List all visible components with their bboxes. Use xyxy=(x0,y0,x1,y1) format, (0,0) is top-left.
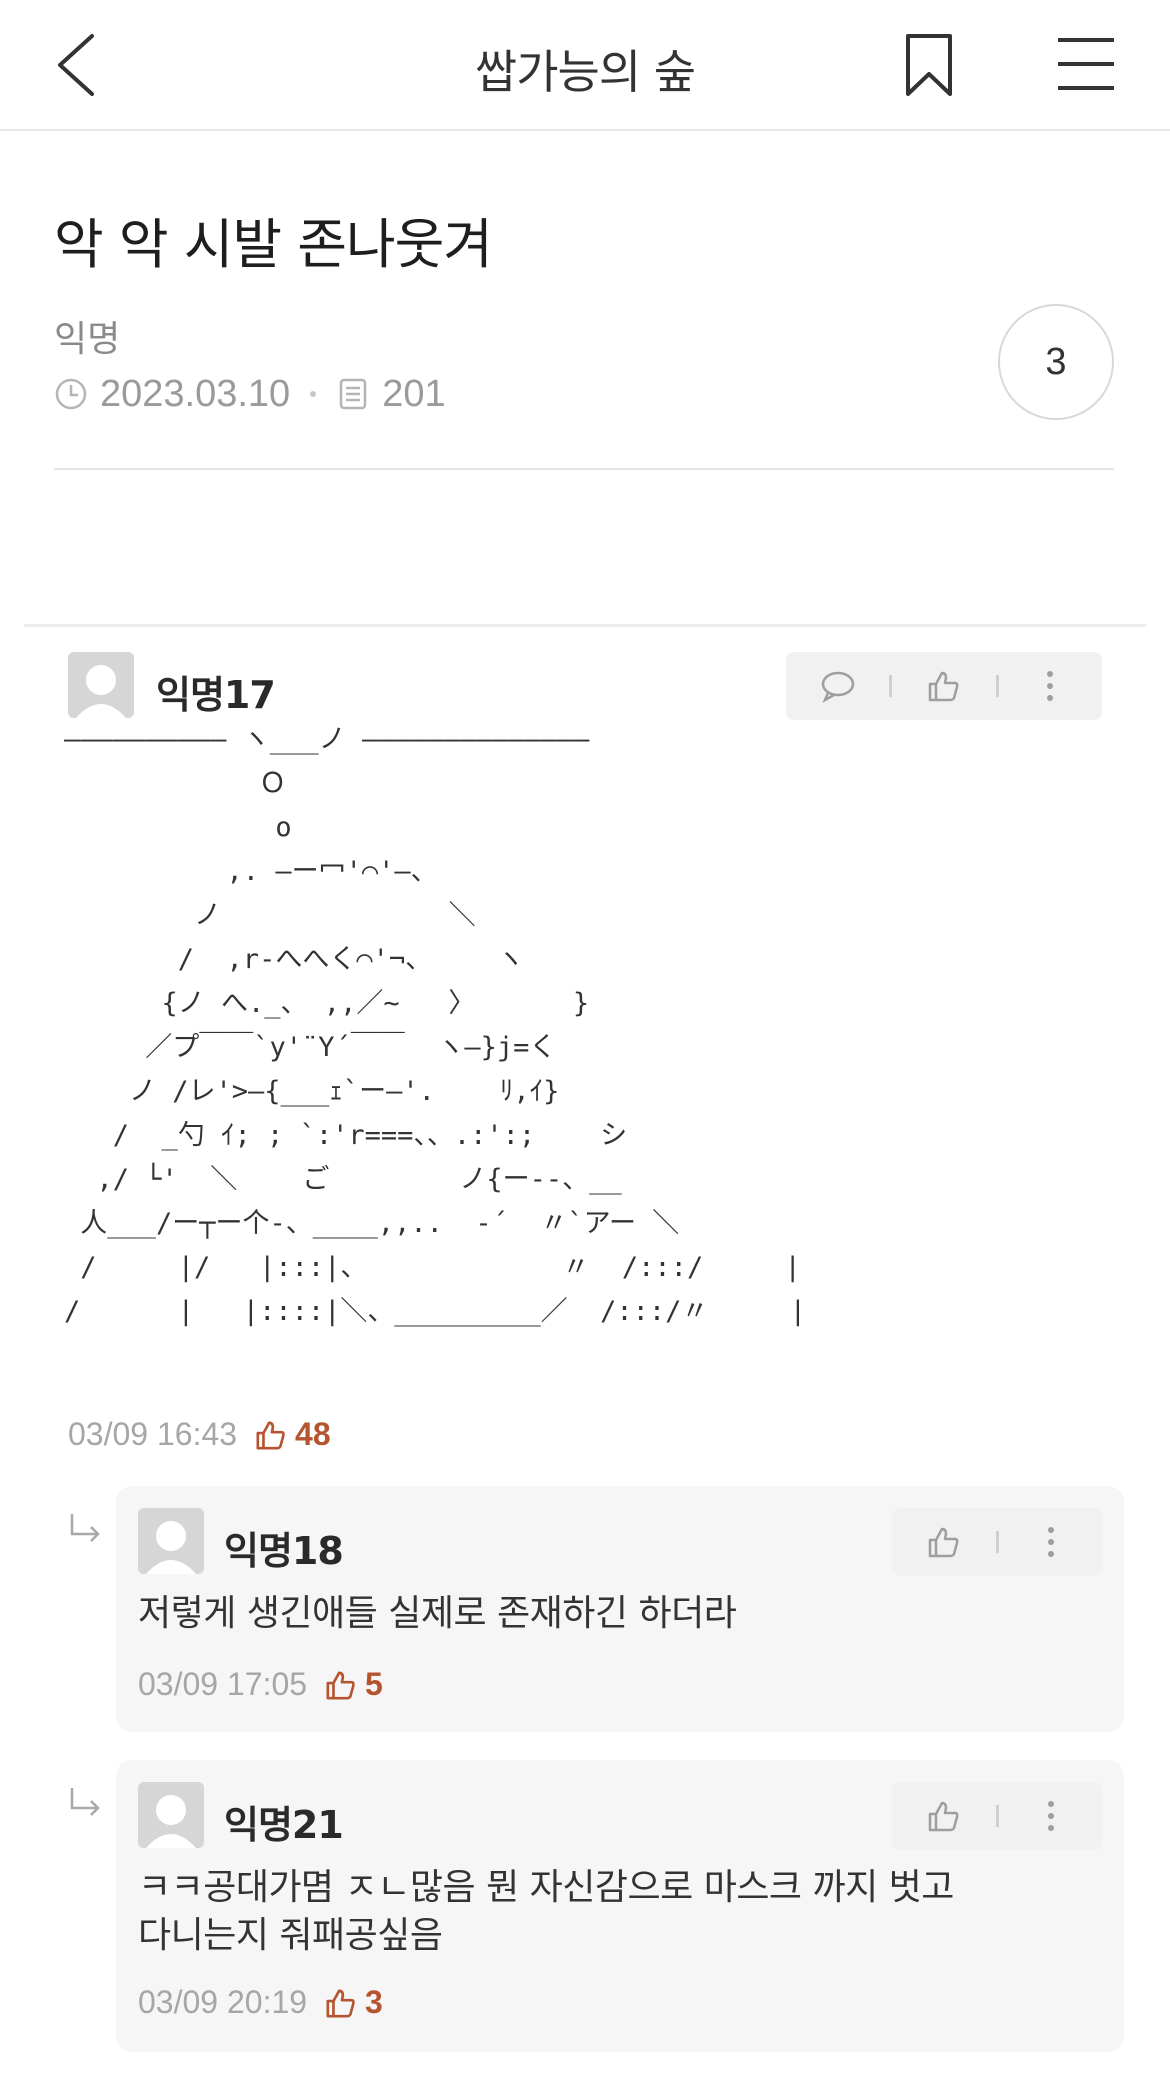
bookmark-icon xyxy=(906,34,952,96)
divider xyxy=(54,468,1114,470)
reply-author: 익명21 xyxy=(224,1803,344,1847)
reply-author: 익명18 xyxy=(224,1529,344,1573)
ascii-art-comment: —————————— ヽ___ノ —————————————— Ｏ o ,. ―… xyxy=(64,724,806,1327)
like-button[interactable] xyxy=(892,652,995,720)
more-vertical-icon xyxy=(1047,1527,1054,1557)
comment-count-button[interactable]: 3 xyxy=(998,304,1114,420)
reply-arrow-icon xyxy=(70,1514,100,1542)
like-count: 3 xyxy=(325,1984,383,2021)
thumbs-up-icon xyxy=(928,671,959,702)
reply-button[interactable] xyxy=(786,652,889,720)
comment-footer: 03/09 16:43 48 xyxy=(68,1416,331,1453)
post-date: 2023.03.10 xyxy=(100,372,291,415)
section-divider xyxy=(24,624,1146,627)
avatar[interactable] xyxy=(68,652,134,718)
reply-time: 03/09 20:19 xyxy=(138,1984,308,2020)
reply-arrow-icon xyxy=(70,1788,100,1816)
like-button[interactable] xyxy=(892,1508,996,1576)
more-vertical-icon xyxy=(1047,1801,1054,1831)
comment-count: 3 xyxy=(1045,340,1067,383)
board-title: 쌉가능의 숲 xyxy=(474,45,696,99)
reply-footer: 03/09 20:19 3 xyxy=(138,1984,383,2021)
reply-actions xyxy=(892,1508,1102,1576)
comment-author: 익명17 xyxy=(156,673,276,717)
like-count: 48 xyxy=(255,1416,331,1453)
more-button[interactable] xyxy=(999,1508,1102,1576)
reply-footer: 03/09 17:05 5 xyxy=(138,1666,383,1703)
thumbs-up-icon xyxy=(256,1420,285,1449)
comment-actions xyxy=(786,652,1102,720)
reply-text-line-1: ㅋㅋ공대가몀 ㅈㄴ많음 뭔 자신감으로 마스크 까지 벗고 xyxy=(138,1867,954,1908)
more-button[interactable] xyxy=(999,1782,1102,1850)
bookmark-button[interactable] xyxy=(904,32,954,98)
avatar-icon xyxy=(68,652,134,718)
avatar-icon xyxy=(138,1508,204,1574)
menu-button[interactable] xyxy=(1056,36,1116,92)
avatar-icon xyxy=(138,1782,204,1848)
reply-time: 03/09 17:05 xyxy=(138,1666,308,1702)
post-views: 201 xyxy=(382,372,446,415)
like-button[interactable] xyxy=(892,1782,996,1850)
thumbs-up-icon xyxy=(326,1670,355,1699)
post-author: 익명 xyxy=(54,319,121,360)
thumbs-up-icon xyxy=(928,1801,959,1832)
more-vertical-icon xyxy=(1047,671,1054,701)
top-app-bar: 쌉가능의 숲 xyxy=(0,0,1170,131)
avatar[interactable] xyxy=(138,1508,204,1574)
reply-actions xyxy=(892,1782,1102,1850)
meta-separator xyxy=(310,391,317,397)
menu-icon xyxy=(1058,38,1114,90)
document-icon xyxy=(339,378,367,410)
post-meta: 2023.03.10 201 xyxy=(54,372,446,416)
thumbs-up-icon xyxy=(928,1527,959,1558)
more-button[interactable] xyxy=(999,652,1102,720)
comment-time: 03/09 16:43 xyxy=(68,1416,238,1452)
thumbs-up-icon xyxy=(326,1988,355,2017)
post-title: 악 악 시발 존나웃겨 xyxy=(54,213,493,276)
comment-bubble-icon xyxy=(821,671,854,703)
like-count: 5 xyxy=(325,1666,383,1703)
avatar[interactable] xyxy=(138,1782,204,1848)
reply-text: 저렇게 생긴애들 실제로 존재하긴 하더라 xyxy=(138,1593,737,1634)
clock-icon xyxy=(55,378,87,410)
reply-text-line-2: 다니는지 줘패공싶음 xyxy=(138,1915,443,1956)
